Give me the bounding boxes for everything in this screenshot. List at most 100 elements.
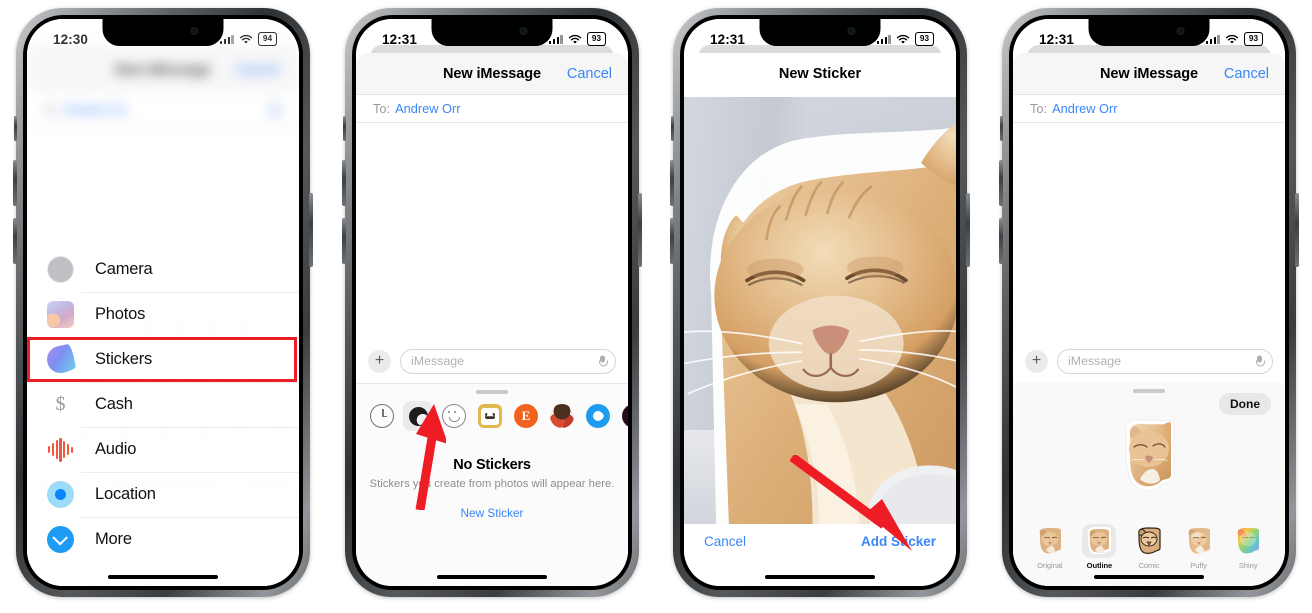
drawer-grabber[interactable] [1133,389,1165,393]
add-contact-icon[interactable] [267,101,283,118]
drop-app-icon[interactable] [586,404,610,428]
blurred-to-field[interactable]: To: Andrew Orr [27,93,299,127]
cat-thumbnail-icon [1188,528,1210,554]
nav-bar: New iMessage Cancel [356,53,628,94]
done-button[interactable]: Done [1219,393,1271,415]
cat-thumbnail-icon [1138,527,1161,554]
microphone-icon[interactable] [1256,355,1265,367]
effect-option-puffy[interactable]: Puffy [1177,524,1221,570]
app-row-stickers[interactable]: Stickers [27,337,299,382]
volume-up-button[interactable] [13,160,17,206]
to-field[interactable]: To: Andrew Orr [1013,94,1285,123]
new-sticker-link[interactable]: New Sticker [356,506,628,520]
home-indicator[interactable] [108,574,218,579]
cat-thumbnail-icon [1039,528,1061,554]
volume-up-button[interactable] [999,160,1003,206]
volume-down-button[interactable] [670,218,674,264]
effect-option-original[interactable]: Original [1028,524,1072,570]
app-label: Audio [95,440,137,458]
phone-screen: New Sticker Cancel Add Sticker 12:31 93 [684,19,956,586]
home-indicator[interactable] [437,574,547,579]
effect-thumb [1182,524,1216,558]
blurred-to-label: To: [43,102,60,117]
new-imessage-sheet: New iMessage Cancel To: Andrew Orr + iMe… [356,19,628,586]
power-button[interactable] [966,193,970,267]
effect-option-outline[interactable]: Outline [1077,524,1121,570]
sticker-photo-preview[interactable] [684,97,956,524]
recipient-chip[interactable]: Andrew Orr [395,101,460,116]
app-label: More [95,530,132,548]
add-sticker-button[interactable]: Add Sticker [861,534,936,549]
message-composer: + iMessage [1013,339,1285,383]
volume-up-button[interactable] [342,160,346,206]
power-button[interactable] [309,193,313,267]
phone-bezel: New iMessage Cancel To: Andrew Orr Camer… [23,15,303,590]
battery-indicator: 94 [258,32,277,46]
phone-3-new-sticker: New Sticker Cancel Add Sticker 12:31 93 [670,8,970,597]
silent-switch[interactable] [1000,116,1003,141]
to-field[interactable]: To: Andrew Orr [356,94,628,123]
sticker-preview-large[interactable] [1118,417,1180,495]
app-row-cash[interactable]: $ Cash [27,382,299,427]
cancel-button[interactable]: Cancel [704,534,746,549]
effect-option-shiny[interactable]: Shiny [1226,524,1270,570]
message-input[interactable]: iMessage [1057,348,1273,374]
effect-thumb-selected [1082,524,1117,558]
notch [431,19,553,46]
stickers-app-button[interactable] [403,401,433,431]
plus-button[interactable]: + [368,349,391,373]
silent-switch[interactable] [14,116,17,141]
volume-down-button[interactable] [13,218,17,264]
face-app-icon[interactable] [550,404,574,428]
message-input[interactable]: iMessage [400,348,616,374]
silent-switch[interactable] [343,116,346,141]
battery-indicator: 93 [1244,32,1263,46]
bear-app-icon[interactable] [478,404,502,428]
phone-1-app-drawer: New iMessage Cancel To: Andrew Orr Camer… [13,8,313,597]
cancel-button[interactable]: Cancel [567,66,612,82]
blurred-cancel-button[interactable]: Cancel [235,61,279,77]
home-indicator[interactable] [1094,574,1204,579]
volume-down-button[interactable] [999,218,1003,264]
effect-label: Puffy [1190,561,1207,570]
notch [1088,19,1210,46]
page-title: New iMessage [443,65,541,82]
app-label: Location [95,485,156,503]
battery-indicator: 93 [915,32,934,46]
app-row-camera[interactable]: Camera [27,247,299,292]
power-button[interactable] [638,193,642,267]
effect-option-comic[interactable]: Comic [1127,524,1171,570]
plus-button[interactable]: + [1025,349,1048,373]
app-row-location[interactable]: Location [27,472,299,517]
new-sticker-sheet: New Sticker Cancel Add Sticker [684,19,956,586]
effect-thumb [1231,524,1265,558]
power-button[interactable] [1295,193,1299,267]
phone-screen: New iMessage Cancel To: Andrew Orr + iMe… [356,19,628,586]
effect-thumb [1033,524,1067,558]
app-row-audio[interactable]: Audio [27,427,299,472]
recents-icon[interactable] [370,404,394,428]
volume-down-button[interactable] [342,218,346,264]
more-chevron-icon [47,526,74,553]
microphone-icon[interactable] [599,355,608,367]
app-row-photos[interactable]: Photos [27,292,299,337]
home-indicator[interactable] [765,574,875,579]
notch [759,19,881,46]
volume-up-button[interactable] [670,160,674,206]
cash-icon: $ [55,393,66,415]
wifi-icon [239,34,253,44]
phone-screen: New iMessage Cancel To: Andrew Orr + iMe… [1013,19,1285,586]
recipient-chip[interactable]: Andrew Orr [1052,101,1117,116]
cancel-button[interactable]: Cancel [1224,66,1269,82]
cat-thumbnail-icon [1237,528,1260,554]
etsy-app-icon[interactable]: E [514,404,538,428]
message-placeholder: iMessage [411,354,465,368]
app-row-more[interactable]: More [27,517,299,562]
effect-thumb [1132,524,1166,558]
blurred-recipient: Andrew Orr [63,102,128,117]
emoji-icon[interactable] [442,404,466,428]
empty-stickers-state: No Stickers Stickers you create from pho… [356,437,628,520]
dark-app-icon[interactable] [622,404,628,428]
imessage-app-strip: E [356,394,628,437]
silent-switch[interactable] [671,116,674,141]
